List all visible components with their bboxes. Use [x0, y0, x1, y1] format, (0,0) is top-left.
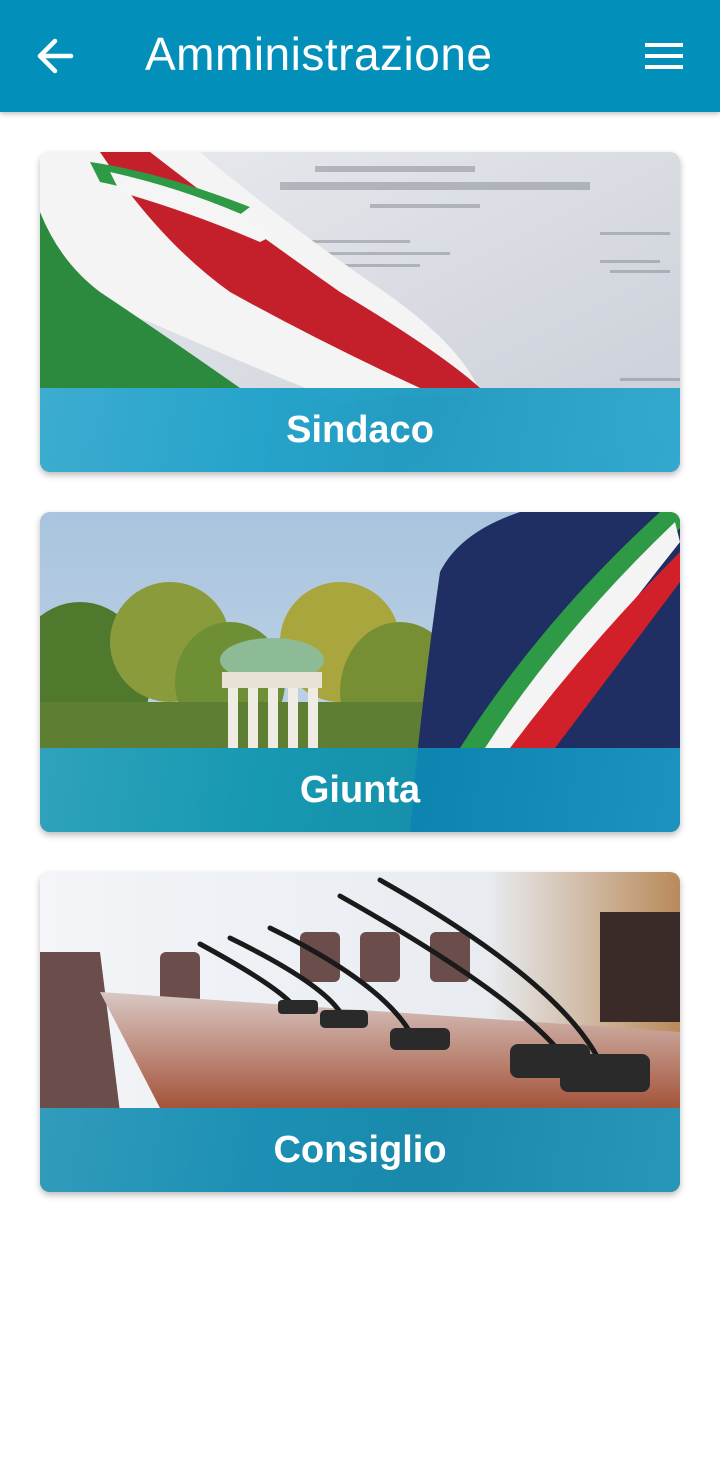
card-giunta[interactable]: Giunta	[40, 512, 680, 832]
card-title-sindaco: Sindaco	[286, 408, 434, 451]
back-button[interactable]	[28, 30, 84, 82]
app-bar: Amministrazione	[0, 0, 720, 112]
menu-button[interactable]	[636, 30, 692, 82]
card-label-band: Giunta	[40, 748, 680, 832]
card-title-giunta: Giunta	[299, 768, 421, 811]
arrow-left-icon	[37, 38, 74, 74]
page-title: Amministrazione	[145, 28, 493, 80]
hamburger-menu-icon	[645, 43, 683, 69]
card-label-band: Sindaco	[40, 388, 680, 472]
card-consiglio[interactable]: Consiglio	[40, 872, 680, 1192]
card-label-band: Consiglio	[40, 1108, 680, 1192]
card-title-consiglio: Consiglio	[273, 1128, 447, 1171]
card-sindaco[interactable]: Sindaco	[40, 152, 680, 472]
